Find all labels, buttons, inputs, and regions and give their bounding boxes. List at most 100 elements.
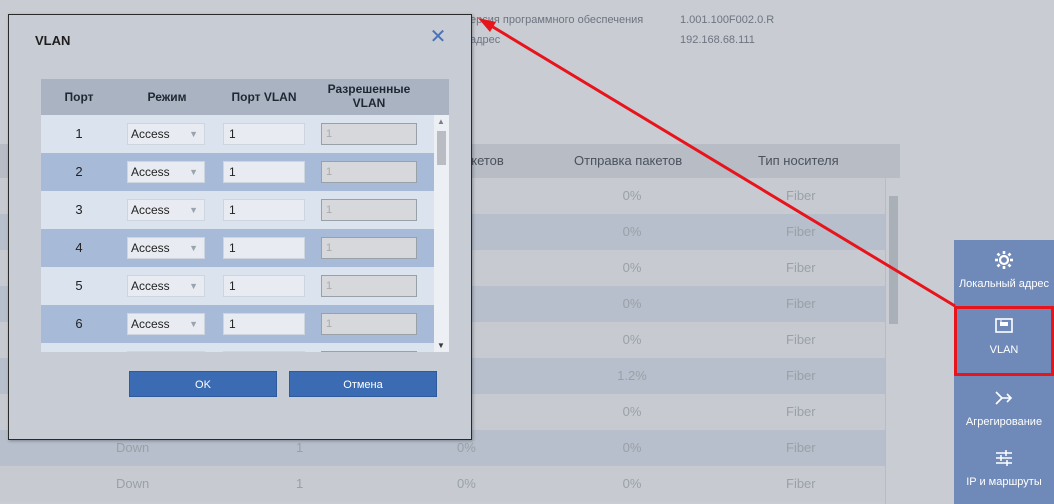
side-item-label: Локальный адрес bbox=[958, 278, 1050, 290]
mode-value: Access bbox=[131, 241, 170, 255]
mode-select[interactable]: Access ▼ bbox=[127, 313, 205, 335]
cell-status: Down bbox=[116, 476, 150, 491]
cell-type: Fiber bbox=[786, 296, 816, 311]
mode-select[interactable]: Access ▼ bbox=[127, 199, 205, 221]
column-header: Тип носителя bbox=[758, 153, 839, 168]
chevron-down-icon: ▼ bbox=[189, 205, 198, 215]
allowed-vlan-input: 1 bbox=[321, 275, 417, 297]
vlan-table-scrollbar[interactable]: ▲ ▼ bbox=[434, 115, 449, 352]
mode-value: Access bbox=[131, 203, 170, 217]
table-scrollbar[interactable] bbox=[885, 178, 900, 504]
gear-icon bbox=[995, 251, 1013, 269]
cell-type: Fiber bbox=[786, 368, 816, 383]
side-item-ip-routes[interactable]: IP и маршруты bbox=[954, 448, 1054, 488]
port-vlan-input[interactable]: 1 bbox=[223, 313, 305, 335]
allowed-vlan-input: 1 bbox=[321, 237, 417, 259]
info-label: адрес bbox=[470, 34, 501, 46]
info-value: 1.001.100F002.0.R bbox=[680, 14, 775, 26]
cell-send: 0% bbox=[622, 260, 642, 275]
column-header-mode: Режим bbox=[147, 90, 187, 104]
cell-send: 0% bbox=[622, 404, 642, 419]
vlan-highlight-box bbox=[954, 306, 1054, 376]
cell-send: 1.2% bbox=[617, 368, 647, 383]
vlan-dialog: VLAN ✕ Порт Режим Порт VLAN Разрешенные … bbox=[8, 14, 472, 440]
vlan-row: 2 Access ▼ 1 1 bbox=[41, 153, 434, 191]
port-vlan-input[interactable]: 1 bbox=[223, 237, 305, 259]
scroll-down-icon[interactable]: ▼ bbox=[437, 341, 445, 350]
mode-select[interactable]: Access ▼ bbox=[127, 275, 205, 297]
chevron-down-icon: ▼ bbox=[189, 129, 198, 139]
column-header: Отправка пакетов bbox=[574, 153, 683, 168]
mode-value: Access bbox=[131, 317, 170, 331]
chevron-down-icon: ▼ bbox=[189, 167, 198, 177]
vlan-row: 7 Access▼ 1 1 bbox=[41, 343, 434, 352]
allowed-vlan-input: 1 bbox=[321, 161, 417, 183]
info-row-ip: адрес 192.168.68.111 bbox=[470, 30, 774, 50]
vlan-table-body: 1 Access ▼ 1 1 2 Access ▼ 1 1 3 Access ▼ 1 1 4 Access ▼ 1 1… bbox=[41, 115, 434, 352]
column-header-allowed-vlan: Разрешенные VLAN bbox=[327, 82, 411, 110]
info-row-firmware: ерсия программного обеспечения 1.001.100… bbox=[470, 10, 774, 30]
sliders-icon bbox=[996, 450, 1012, 466]
vlan-row: 1 Access ▼ 1 1 bbox=[41, 115, 434, 153]
chevron-down-icon: ▼ bbox=[189, 243, 198, 253]
cell-send: 0% bbox=[622, 296, 642, 311]
mode-select[interactable]: Access▼ bbox=[127, 351, 205, 352]
port-vlan-input[interactable]: 1 bbox=[223, 199, 305, 221]
side-item-label: Агрегирование bbox=[965, 416, 1043, 428]
mode-value: Access bbox=[131, 279, 170, 293]
cell-type: Fiber bbox=[786, 188, 816, 203]
scroll-up-icon[interactable]: ▲ bbox=[437, 117, 445, 126]
info-value: 192.168.68.111 bbox=[680, 34, 755, 46]
cancel-button[interactable]: Отмена bbox=[289, 371, 437, 397]
cell-recv: 0% bbox=[457, 476, 476, 491]
chevron-down-icon: ▼ bbox=[189, 281, 198, 291]
vlan-table-header: Порт Режим Порт VLAN Разрешенные VLAN bbox=[41, 79, 449, 115]
port-number: 5 bbox=[75, 278, 83, 293]
side-item-label: IP и маршруты bbox=[966, 476, 1042, 488]
cell-send: 0% bbox=[622, 188, 642, 203]
port-number: 6 bbox=[75, 316, 83, 331]
dialog-title: VLAN bbox=[35, 33, 71, 48]
mode-value: Access bbox=[131, 165, 170, 179]
side-item-local-address[interactable]: Локальный адрес bbox=[954, 250, 1054, 290]
cell-type: Fiber bbox=[786, 332, 816, 347]
cell-type: Fiber bbox=[786, 476, 816, 491]
side-item-aggregation[interactable]: Агрегирование bbox=[954, 388, 1054, 428]
port-vlan-input[interactable]: 1 bbox=[223, 123, 305, 145]
scrollbar-thumb[interactable] bbox=[437, 131, 446, 165]
port-vlan-input[interactable]: 1 bbox=[223, 275, 305, 297]
merge-arrow-icon bbox=[995, 391, 1013, 405]
chevron-down-icon: ▼ bbox=[189, 319, 198, 329]
port-number: 4 bbox=[75, 240, 83, 255]
close-icon[interactable]: ✕ bbox=[427, 26, 449, 48]
port-number: 1 bbox=[75, 126, 83, 141]
mode-select[interactable]: Access ▼ bbox=[127, 237, 205, 259]
column-header-port-vlan: Порт VLAN bbox=[231, 90, 297, 104]
info-label: ерсия программного обеспечения bbox=[470, 14, 644, 26]
allowed-vlan-input: 1 bbox=[321, 199, 417, 221]
device-info: ерсия программного обеспечения 1.001.100… bbox=[470, 10, 774, 50]
port-number: 2 bbox=[75, 164, 83, 179]
allowed-vlan-input: 1 bbox=[321, 123, 417, 145]
mode-select[interactable]: Access ▼ bbox=[127, 161, 205, 183]
port-vlan-input[interactable]: 1 bbox=[223, 351, 305, 352]
mode-select[interactable]: Access ▼ bbox=[127, 123, 205, 145]
ok-button[interactable]: OK bbox=[129, 371, 277, 397]
cell-send: 0% bbox=[622, 224, 642, 239]
allowed-vlan-input: 1 bbox=[321, 351, 417, 352]
scrollbar-thumb[interactable] bbox=[889, 196, 898, 324]
cell-type: Fiber bbox=[786, 260, 816, 275]
vlan-row: 6 Access ▼ 1 1 bbox=[41, 305, 434, 343]
vlan-table: Порт Режим Порт VLAN Разрешенные VLAN 1 A… bbox=[41, 79, 449, 352]
cell-type: Fiber bbox=[786, 440, 816, 455]
cell-type: Fiber bbox=[786, 224, 816, 239]
cell-type: Fiber bbox=[786, 404, 816, 419]
column-header-port: Порт bbox=[64, 90, 94, 104]
cell-send: 0% bbox=[622, 332, 642, 347]
mode-value: Access bbox=[131, 127, 170, 141]
port-vlan-input[interactable]: 1 bbox=[223, 161, 305, 183]
cell-send: 0% bbox=[622, 476, 642, 491]
vlan-row: 4 Access ▼ 1 1 bbox=[41, 229, 434, 267]
vlan-row: 5 Access ▼ 1 1 bbox=[41, 267, 434, 305]
port-number: 3 bbox=[75, 202, 83, 217]
